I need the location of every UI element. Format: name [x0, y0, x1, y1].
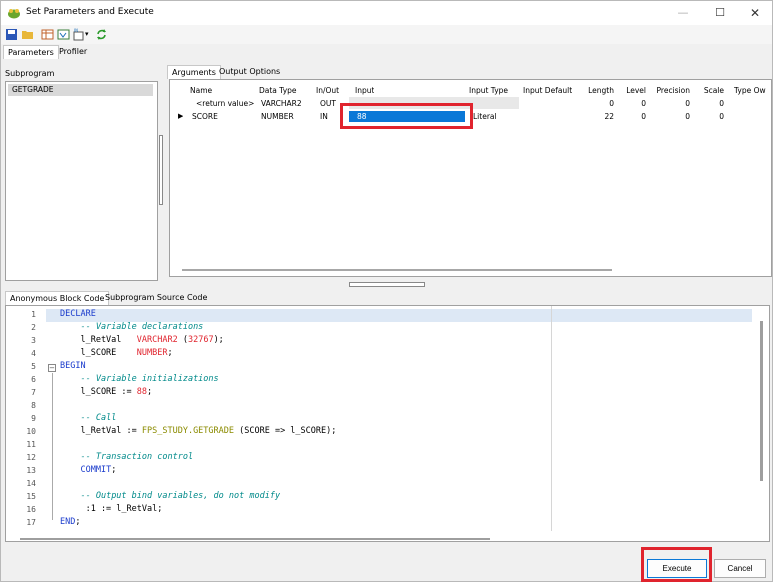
current-line-highlight: [46, 309, 752, 322]
code-editor[interactable]: 1 2 3 4 5 6 7 8 9 10 11 12 13 14 15 16 1…: [5, 305, 770, 542]
code-line: -- Call: [80, 413, 117, 423]
param-precision: 0: [685, 112, 690, 121]
param-scale: 0: [719, 112, 724, 121]
line-number: 15: [26, 492, 36, 501]
horizontal-splitter[interactable]: [349, 282, 425, 287]
line-number: 7: [31, 388, 36, 397]
line-number: 10: [26, 427, 36, 436]
set-parameters-window: Set Parameters and Execute — ☐ ✕ IN ▾ Pa…: [0, 0, 773, 582]
line-number: 17: [26, 518, 36, 527]
line-number: 16: [26, 505, 36, 514]
line-number: 14: [26, 479, 36, 488]
table-icon[interactable]: [41, 28, 54, 41]
code-line: l_RetVal := FPS_STUDY.GETGRADE (SCORE =>…: [60, 426, 337, 436]
column-header: Scale: [703, 86, 724, 95]
tab-subprogram-source[interactable]: Subprogram Source Code: [101, 291, 211, 305]
param-datatype: VARCHAR2: [261, 99, 302, 108]
fold-toggle-icon[interactable]: −: [48, 364, 56, 372]
fold-guide: [52, 373, 53, 520]
tab-profiler[interactable]: Profiler: [55, 45, 91, 59]
open-folder-icon[interactable]: [21, 28, 34, 41]
row-pointer-icon: ▶: [178, 112, 184, 120]
execute-button[interactable]: Execute: [647, 559, 707, 578]
param-inout: IN: [320, 112, 328, 121]
column-header: Input Default: [523, 86, 573, 95]
list-item[interactable]: GETGRADE: [8, 84, 153, 96]
column-header: Name: [190, 86, 213, 95]
save-icon[interactable]: [5, 28, 18, 41]
code-line: DECLARE: [60, 309, 96, 319]
column-header: Level: [626, 86, 646, 95]
param-name: SCORE: [192, 112, 218, 121]
param-datatype: NUMBER: [261, 112, 294, 121]
param-scale: 0: [719, 99, 724, 108]
subprogram-label: Subprogram: [5, 69, 55, 78]
tab-parameters[interactable]: Parameters: [3, 45, 59, 59]
param-length: 22: [604, 112, 614, 121]
toolbar: IN ▾: [1, 25, 772, 44]
code-line: BEGIN: [60, 361, 86, 371]
line-number: 3: [31, 336, 36, 345]
param-inout: OUT: [320, 99, 336, 108]
argument-tabs: Arguments Output Options: [167, 65, 467, 79]
line-number: 8: [31, 401, 36, 410]
param-length: 0: [609, 99, 614, 108]
line-number: 9: [31, 414, 36, 423]
param-name: <return value>: [196, 99, 255, 108]
vertical-splitter[interactable]: [158, 65, 164, 285]
param-level: 0: [641, 99, 646, 108]
code-line: l_SCORE := 88;: [60, 387, 153, 397]
code-tabs: Anonymous Block Code Subprogram Source C…: [5, 291, 305, 305]
line-number: 1: [31, 310, 36, 319]
line-number: 4: [31, 349, 36, 358]
input-highlight-box: [340, 103, 473, 129]
editor-horizontal-scrollbar[interactable]: [20, 538, 490, 540]
line-number: 6: [31, 375, 36, 384]
code-line: l_SCORE NUMBER;: [60, 348, 173, 358]
toad-app-icon: [8, 9, 20, 19]
maximize-button[interactable]: ☐: [701, 1, 739, 25]
param-precision: 0: [685, 99, 690, 108]
code-line: :1 := l_RetVal;: [60, 504, 163, 514]
tab-anonymous-block[interactable]: Anonymous Block Code: [5, 291, 110, 305]
line-number: 5: [31, 362, 36, 371]
line-number: 2: [31, 323, 36, 332]
code-line: COMMIT;: [80, 465, 117, 475]
right-margin-line: [551, 306, 552, 531]
column-header: Input: [355, 86, 375, 95]
code-line: l_RetVal VARCHAR2 (32767);: [60, 335, 224, 345]
code-line: -- Output bind variables, do not modify: [80, 491, 281, 501]
variables-icon[interactable]: [57, 28, 70, 41]
column-header: Type Ow: [734, 86, 766, 95]
code-line: -- Variable declarations: [80, 322, 204, 332]
main-tabs: Parameters Profiler: [3, 45, 163, 59]
column-header: Input Type: [469, 86, 509, 95]
grid-horizontal-scrollbar[interactable]: [182, 269, 612, 271]
tab-arguments[interactable]: Arguments: [167, 65, 221, 79]
window-title: Set Parameters and Execute: [26, 7, 154, 17]
close-button[interactable]: ✕: [736, 1, 773, 25]
refresh-icon[interactable]: [95, 28, 108, 41]
editor-vertical-scrollbar[interactable]: [760, 321, 763, 481]
line-number: 13: [26, 466, 36, 475]
line-number: 11: [26, 440, 36, 449]
subprogram-list: GETGRADE: [5, 81, 158, 281]
title-bar: Set Parameters and Execute — ☐ ✕: [1, 1, 772, 25]
column-header: Data Type: [259, 86, 297, 95]
line-gutter: 1 2 3 4 5 6 7 8 9 10 11 12 13 14 15 16 1…: [6, 306, 46, 541]
line-number: 12: [26, 453, 36, 462]
column-header: In/Out: [316, 86, 340, 95]
param-level: 0: [641, 112, 646, 121]
tab-output-options[interactable]: Output Options: [215, 65, 284, 79]
cancel-button[interactable]: Cancel: [714, 559, 766, 578]
grid-header: Name Data Type In/Out Input Input Type I…: [170, 84, 771, 97]
code-line: END;: [60, 517, 81, 527]
code-line: -- Variable initializations: [80, 374, 219, 384]
column-header: Length: [588, 86, 614, 95]
column-header: Precision: [656, 86, 690, 95]
minimize-button[interactable]: —: [664, 1, 702, 25]
code-line: -- Transaction control: [80, 452, 194, 462]
svg-text:IN: IN: [74, 28, 78, 33]
param-input-type[interactable]: Literal: [473, 110, 497, 123]
